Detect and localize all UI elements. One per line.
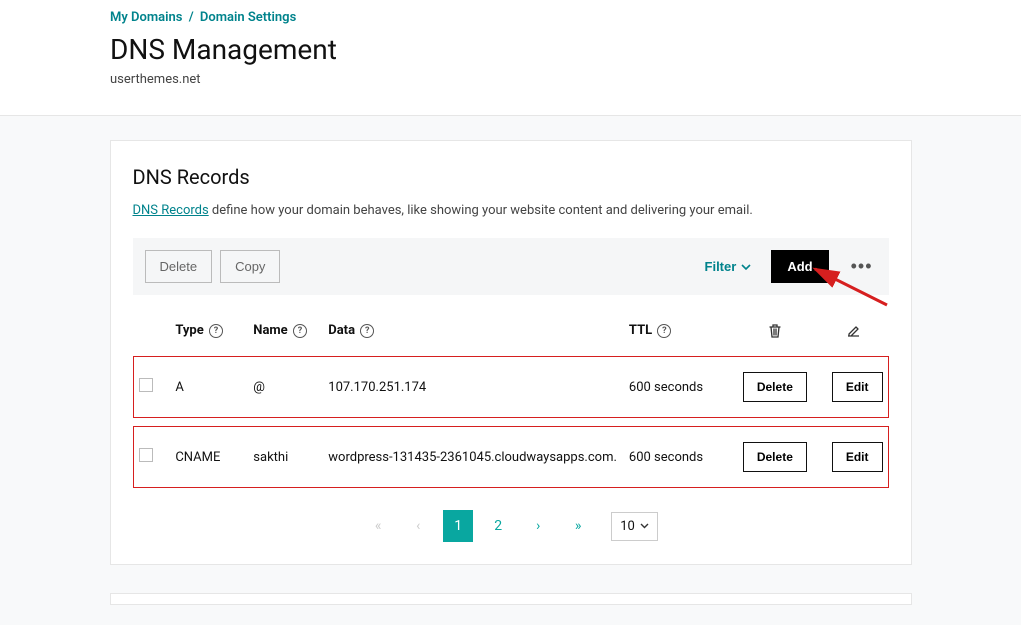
cell-ttl: 600 seconds [623, 426, 731, 488]
dns-records-link[interactable]: DNS Records [133, 203, 209, 218]
chevron-down-icon [741, 264, 751, 270]
cell-type: A [169, 356, 247, 418]
page-1-button[interactable]: 1 [443, 510, 473, 542]
card-description: DNS Records define how your domain behav… [133, 203, 889, 218]
copy-button[interactable]: Copy [220, 250, 280, 283]
page-last-button[interactable]: » [563, 510, 593, 542]
trash-icon [768, 323, 782, 338]
filter-label: Filter [705, 259, 737, 274]
delete-button[interactable]: Delete [145, 250, 213, 283]
col-data-label: Data [328, 323, 355, 338]
table-row[interactable]: CNAME sakthi wordpress-131435-2361045.cl… [133, 426, 889, 488]
pagination: « ‹ 1 2 › » 10 [133, 510, 889, 542]
help-icon[interactable]: ? [360, 324, 374, 338]
page-2-button[interactable]: 2 [483, 510, 513, 542]
page-size-select[interactable]: 10 [611, 512, 658, 541]
dns-records-card: DNS Records DNS Records define how your … [110, 140, 912, 565]
col-ttl-label: TTL [629, 323, 652, 338]
row-checkbox[interactable] [139, 378, 153, 392]
filter-button[interactable]: Filter [705, 259, 752, 274]
cell-name: sakthi [247, 426, 322, 488]
chevron-left-icon: ‹ [416, 518, 420, 534]
table-row[interactable]: A @ 107.170.251.174 600 seconds Delete E… [133, 356, 889, 418]
breadcrumb: My Domains / Domain Settings [110, 10, 1021, 25]
page-title: DNS Management [110, 33, 1021, 66]
card-desc-tail: define how your domain behaves, like sho… [209, 203, 753, 218]
breadcrumb-domain-settings[interactable]: Domain Settings [200, 10, 296, 25]
cell-data: wordpress-131435-2361045.cloudwaysapps.c… [322, 426, 623, 488]
ellipsis-icon: ••• [851, 256, 873, 276]
cell-ttl: 600 seconds [623, 356, 731, 418]
chevrons-right-icon: » [575, 518, 582, 534]
help-icon[interactable]: ? [209, 324, 223, 338]
page-subtitle: userthemes.net [110, 72, 1021, 87]
dns-records-table: Type ? Name ? Data ? TTL ? A @ 107.170.2… [133, 313, 889, 488]
chevron-down-icon [640, 523, 649, 529]
pencil-icon [846, 323, 861, 338]
page-first-button[interactable]: « [363, 510, 393, 542]
help-icon[interactable]: ? [657, 324, 671, 338]
row-edit-button[interactable]: Edit [832, 442, 883, 472]
chevron-right-icon: › [536, 518, 540, 534]
card-title: DNS Records [133, 165, 889, 189]
breadcrumb-separator: / [189, 10, 194, 25]
row-delete-button[interactable]: Delete [743, 442, 807, 472]
cell-data: 107.170.251.174 [322, 356, 623, 418]
chevrons-left-icon: « [375, 518, 382, 534]
next-card-peek [110, 593, 912, 605]
cell-type: CNAME [169, 426, 247, 488]
row-edit-button[interactable]: Edit [832, 372, 883, 402]
col-type-label: Type [175, 323, 203, 338]
more-menu-button[interactable]: ••• [847, 256, 877, 277]
page-size-value: 10 [620, 519, 635, 534]
help-icon[interactable]: ? [293, 324, 307, 338]
row-delete-button[interactable]: Delete [743, 372, 807, 402]
breadcrumb-my-domains[interactable]: My Domains [110, 10, 182, 25]
col-name-label: Name [253, 323, 287, 338]
page-prev-button[interactable]: ‹ [403, 510, 433, 542]
toolbar: Delete Copy Filter Add ••• [133, 238, 889, 295]
row-checkbox[interactable] [139, 448, 153, 462]
cell-name: @ [247, 356, 322, 418]
page-next-button[interactable]: › [523, 510, 553, 542]
add-button[interactable]: Add [771, 250, 828, 283]
